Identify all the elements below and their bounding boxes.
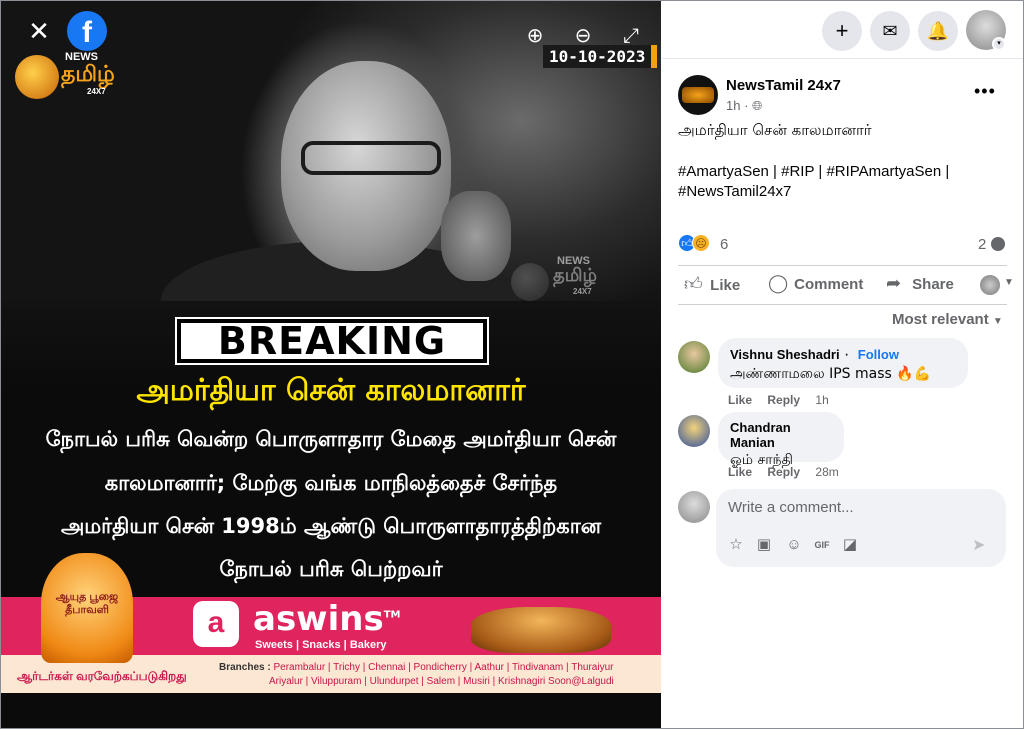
breaking-banner: BREAKING (175, 317, 489, 365)
aswins-logo-icon: a (193, 601, 239, 647)
comment-text: அண்ணாமலை IPS mass 🔥💪 (730, 366, 932, 382)
facebook-logo[interactable]: f (67, 11, 107, 51)
poster-headline: அமர்தியா சென் காலமானார் (136, 373, 526, 408)
comment-time[interactable]: 28m (815, 465, 838, 479)
post-panel: + ✉ 🔔 ▾ NewsTamil 24x7 1h · 🌐︎ ••• அமர்த… (662, 1, 1023, 728)
comment-bubble: Vishnu Sheshadri · Follow அண்ணாமலை IPS m… (718, 338, 968, 388)
hashtag-link[interactable]: #RIP (781, 163, 814, 180)
comment-icon: ◯ (768, 273, 789, 293)
comment-label: Comment (794, 276, 864, 293)
divider (678, 304, 1007, 305)
branches-line-1: Perambalur | Trichy | Chennai | Pondiche… (273, 662, 614, 673)
camera-icon[interactable]: ▣ (754, 535, 774, 555)
comment-reply-link[interactable]: Reply (767, 465, 800, 479)
ad-sweets-image (471, 607, 611, 653)
ad-brand-name: aswinsTM (253, 599, 400, 639)
branches-label: Branches : (219, 662, 271, 673)
ad-pooja-text: ஆயுத பூஜை தீபாவளி (55, 591, 119, 616)
sticker-icon[interactable]: ◪ (840, 535, 860, 555)
comment-sort-dropdown[interactable]: Most relevant ▼ (892, 311, 1003, 328)
comment-composer: ☆ ▣ ☺ GIF ◪ ➤ (716, 489, 1006, 567)
like-label: Like (710, 277, 741, 294)
ad-branches: Branches : Perambalur | Trichy | Chennai… (219, 661, 639, 689)
page-avatar[interactable] (678, 75, 718, 115)
comment-bubble-icon (991, 237, 1005, 251)
messenger-icon[interactable]: ✉ (870, 11, 910, 51)
react-as-chevron-icon[interactable]: ▼ (1004, 277, 1014, 288)
create-icon[interactable]: + (822, 11, 862, 51)
logo-suffix-text: 24X7 (87, 87, 106, 96)
comment-bubble: Chandran Manian ஓம் சாந்தி (718, 412, 844, 468)
hashtag-link[interactable]: #RIPAmartyaSen (826, 163, 941, 180)
account-chevron-icon[interactable]: ▾ (992, 37, 1006, 51)
more-options-icon[interactable]: ••• (974, 81, 996, 102)
ad-pooja-badge: ஆயுத பூஜை தீபாவளி (41, 553, 133, 663)
like-button[interactable]: 👍︎ Like (684, 273, 740, 301)
ad-tagline: Sweets | Snacks | Bakery (255, 639, 387, 651)
avatar-sticker-icon[interactable]: ☆ (726, 535, 746, 555)
commenter-avatar[interactable] (678, 341, 710, 373)
poster-body-line: நோபல் பரிசு வென்ற பொருளாதார மேதை அமர்திய… (45, 427, 617, 451)
share-label: Share (912, 276, 954, 293)
react-as-avatar[interactable] (980, 275, 1000, 295)
hashtag-link[interactable]: #NewsTamil24x7 (678, 183, 791, 200)
reaction-icons[interactable]: 👍︎ ☹ (678, 234, 718, 254)
watermark-logo: NEWS தமிழ் 24X7 (511, 255, 641, 303)
hashtag-link[interactable]: #AmartyaSen (678, 163, 769, 180)
sad-reaction-icon: ☹ (692, 234, 710, 252)
page-name[interactable]: NewsTamil 24x7 (726, 77, 841, 94)
comment-reply-link[interactable]: Reply (767, 393, 800, 407)
comment-time[interactable]: 1h (815, 393, 828, 407)
follow-button[interactable]: Follow (858, 347, 899, 362)
date-stamp: 10-10-2023 (543, 45, 658, 68)
gif-icon[interactable]: GIF (812, 535, 832, 555)
sort-label: Most relevant (892, 311, 989, 328)
branches-line-2: Ariyalur | Viluppuram | Ulundurpet | Sal… (269, 676, 614, 687)
comment-count[interactable]: 2 (978, 236, 986, 253)
comment-input[interactable] (728, 499, 988, 516)
send-icon[interactable]: ➤ (972, 535, 985, 555)
post-caption: அமர்தியா சென் காலமானார் (678, 121, 872, 139)
globe-privacy-icon: 🌐︎ (752, 98, 763, 113)
notifications-bell-icon[interactable]: 🔔 (918, 11, 958, 51)
photo-hand (441, 191, 511, 281)
ad-trademark: TM (383, 609, 401, 621)
composer-avatar[interactable] (678, 491, 710, 523)
commenter-name[interactable]: Vishnu Sheshadri (730, 347, 840, 362)
post-hashtags: #AmartyaSen | #RIP | #RIPAmartyaSen | #N… (678, 163, 950, 200)
globe-icon (15, 55, 59, 99)
top-bar: + ✉ 🔔 ▾ (662, 1, 1023, 59)
chevron-down-icon: ▼ (992, 316, 1003, 327)
reaction-count[interactable]: 6 (720, 236, 728, 253)
share-button[interactable]: ➦ Share (886, 273, 954, 301)
share-icon: ➦ (886, 273, 902, 293)
post-timestamp[interactable]: 1h · 🌐︎ (726, 98, 762, 114)
photo-viewer: ✕ f NEWS தமிழ் 24X7 ⊕ ⊖ ⤢ 10-10-2023 NEW… (1, 1, 661, 728)
watermark-tamil-text: தமிழ் (553, 265, 597, 285)
watermark-globe-icon (511, 263, 549, 301)
page-avatar-logo (682, 87, 714, 103)
comment-meta: Like Reply 1h (728, 393, 829, 407)
ad-welcome-text: ஆர்டர்கள் வரவேற்கப்படுகிறது (17, 669, 187, 683)
post-time-text: 1h · (726, 98, 749, 113)
comment-meta: Like Reply 28m (728, 465, 839, 479)
poster-body-line: காலமானார்; மேற்கு வங்க மாநிலத்தைச் சேர்ந… (104, 471, 558, 495)
photo-glasses (301, 141, 441, 175)
comment-button[interactable]: ◯ Comment (768, 273, 863, 301)
ad-brand-text: aswins (253, 599, 384, 639)
newstamil-logo: NEWS தமிழ் 24X7 (15, 51, 145, 99)
logo-tamil-text: தமிழ் (61, 61, 115, 86)
emoji-icon[interactable]: ☺ (784, 535, 804, 555)
commenter-avatar[interactable] (678, 415, 710, 447)
poster-body-line: அமர்தியா சென் 1998ம் ஆண்டு பொருளாதாரத்தி… (60, 514, 602, 538)
close-icon[interactable]: ✕ (21, 13, 57, 49)
divider (678, 265, 1007, 266)
comment-like-link[interactable]: Like (728, 393, 752, 407)
comment-like-link[interactable]: Like (728, 465, 752, 479)
watermark-suffix-text: 24X7 (573, 287, 592, 296)
thumbs-up-icon: 👍︎ (684, 274, 703, 294)
commenter-name[interactable]: Chandran Manian (730, 420, 832, 450)
